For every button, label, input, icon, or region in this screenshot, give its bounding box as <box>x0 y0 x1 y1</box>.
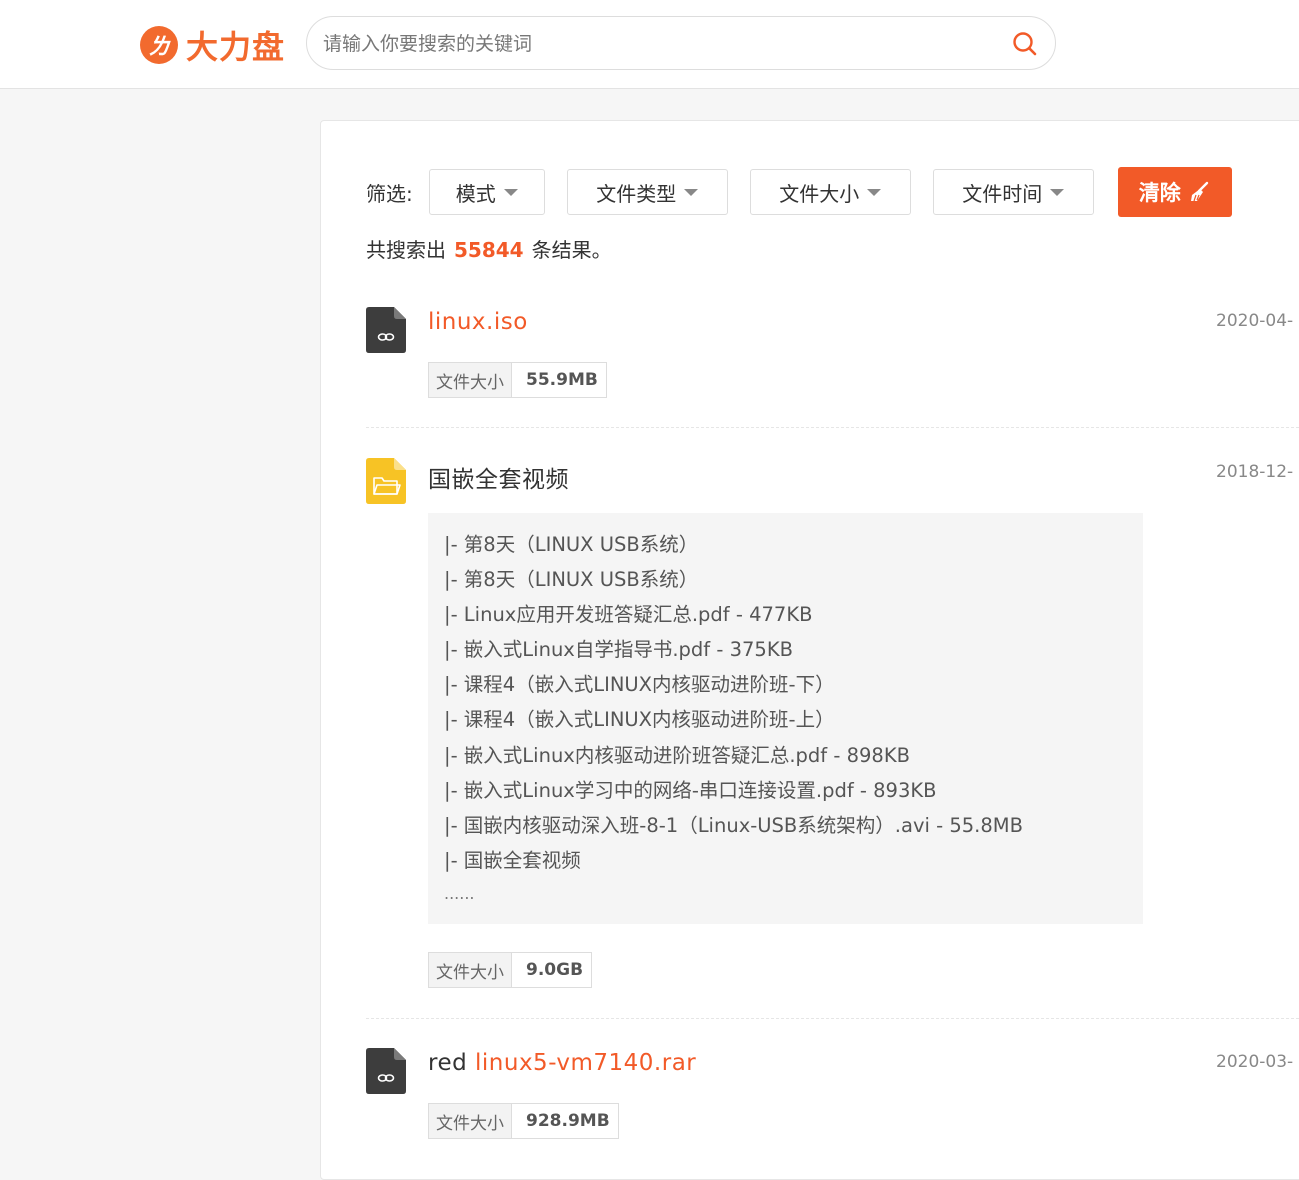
result-title-link[interactable]: linux.iso <box>428 309 528 335</box>
filter-filetime-dropdown[interactable]: 文件时间 <box>932 169 1094 215</box>
result-size-tag: 文件大小 9.0GB <box>428 952 593 988</box>
size-key: 文件大小 <box>429 1104 512 1138</box>
result-date: 2020-04- <box>1216 311 1294 331</box>
file-list-item: |- 国嵌内核驱动深入班-8-1（Linux-USB系统架构）.avi - 55… <box>444 813 1023 837</box>
filter-mode-label: 模式 <box>455 181 496 206</box>
file-list-preview: |- 第8天（LINUX USB系统） |- 第8天（LINUX USB系统） … <box>428 513 1143 924</box>
caret-down-icon <box>1050 188 1065 196</box>
search-box <box>306 16 1056 70</box>
caret-down-icon <box>503 188 518 196</box>
filter-label: 筛选: <box>366 181 413 206</box>
size-key: 文件大小 <box>429 953 512 987</box>
result-title-plain: red <box>428 1050 476 1076</box>
result-size-tag: 文件大小 55.9MB <box>428 362 607 398</box>
size-value: 55.9MB <box>512 363 606 397</box>
divider <box>366 1018 1299 1019</box>
search-icon[interactable] <box>1011 30 1039 58</box>
logo-badge-icon: ㄌ <box>140 26 178 64</box>
filter-filesize-dropdown[interactable]: 文件大小 <box>749 169 911 215</box>
broom-icon <box>1190 181 1208 202</box>
caret-down-icon <box>867 188 882 196</box>
logo-text: 大力盘 <box>186 28 286 66</box>
filter-filetype-dropdown[interactable]: 文件类型 <box>566 169 728 215</box>
result-title-plain: 国嵌全套视频 <box>428 467 569 493</box>
filter-bar: 筛选: 模式 文件类型 文件大小 文件时间 清除 <box>366 167 1232 217</box>
file-list-item: |- 嵌入式Linux学习中的网络-串口连接设置.pdf - 893KB <box>444 778 937 802</box>
filter-mode-dropdown[interactable]: 模式 <box>428 169 545 215</box>
file-list-item: |- 课程4（嵌入式LINUX内核驱动进阶班-上） <box>444 708 835 732</box>
filter-filetype-label: 文件类型 <box>596 181 677 206</box>
result-date: 2018-12- <box>1216 462 1294 482</box>
result-title-link[interactable]: 国嵌全套视频 <box>428 460 569 494</box>
clear-label: 清除 <box>1138 181 1181 205</box>
count-number: 55844 <box>454 238 524 262</box>
site-header: ㄌ 大力盘 <box>0 0 1299 89</box>
file-list-item: |- 嵌入式Linux自学指导书.pdf - 375KB <box>444 638 793 662</box>
link-file-icon <box>366 1048 406 1094</box>
size-value: 928.9MB <box>512 1104 618 1138</box>
file-list-item: |- Linux应用开发班答疑汇总.pdf - 477KB <box>444 603 813 627</box>
result-count: 共搜索出 55844 条结果。 <box>366 234 612 263</box>
result-title-link[interactable]: red linux5-vm7140.rar <box>428 1050 696 1076</box>
count-suffix: 条结果。 <box>531 238 612 262</box>
count-prefix: 共搜索出 <box>366 238 446 262</box>
results-panel: 筛选: 模式 文件类型 文件大小 文件时间 清除 共搜索出 55844 条结果。… <box>320 120 1299 1180</box>
filter-filetime-label: 文件时间 <box>962 181 1043 206</box>
link-file-icon <box>366 307 406 353</box>
file-list-item: |- 第8天（LINUX USB系统） <box>444 533 699 556</box>
caret-down-icon <box>684 188 699 196</box>
result-title-highlight: linux5-vm7140.rar <box>475 1050 697 1076</box>
result-title-highlight: linux.iso <box>428 309 528 335</box>
file-list-more: ...... <box>444 883 475 903</box>
divider <box>366 427 1299 428</box>
file-list-item: |- 第8天（LINUX USB系统） <box>444 568 699 592</box>
folder-icon <box>366 458 406 504</box>
search-input[interactable] <box>323 29 1003 59</box>
file-list-item: |- 国嵌全套视频 <box>444 848 581 872</box>
file-list-item: |- 课程4（嵌入式LINUX内核驱动进阶班-下） <box>444 673 835 697</box>
size-value: 9.0GB <box>512 953 592 987</box>
size-key: 文件大小 <box>429 363 512 397</box>
file-list-item: |- 嵌入式Linux内核驱动进阶班答疑汇总.pdf - 898KB <box>444 743 910 767</box>
filter-filesize-label: 文件大小 <box>779 181 860 206</box>
site-logo[interactable]: ㄌ 大力盘 <box>140 22 285 68</box>
result-size-tag: 文件大小 928.9MB <box>428 1103 619 1139</box>
result-date: 2020-03- <box>1216 1052 1294 1072</box>
clear-filters-button[interactable]: 清除 <box>1117 167 1232 217</box>
